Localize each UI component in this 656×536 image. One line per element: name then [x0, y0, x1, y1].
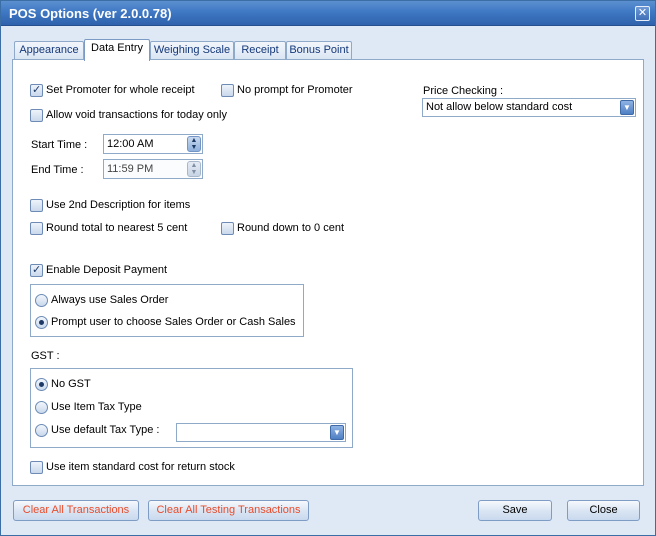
tab-appearance-label: Appearance	[19, 44, 79, 56]
tab-bonus-point[interactable]: Bonus Point	[286, 41, 352, 60]
window-title: POS Options (ver 2.0.0.78)	[9, 6, 172, 21]
use-std-cost-return-checkbox[interactable]: Use item standard cost for return stock	[30, 459, 235, 475]
checkbox-unchecked-icon	[30, 198, 43, 212]
end-time-input[interactable]: 11:59 PM ▲ ▼	[103, 159, 203, 179]
price-checking-label: Price Checking :	[423, 85, 504, 97]
save-button[interactable]: Save	[478, 500, 552, 521]
radio-unselected-icon	[35, 293, 48, 307]
use-item-tax-type-label: Use Item Tax Type	[51, 401, 142, 413]
enable-deposit-checkbox[interactable]: Enable Deposit Payment	[30, 262, 167, 278]
close-button[interactable]: Close	[567, 500, 640, 521]
start-time-value: 12:00 AM	[107, 138, 154, 150]
start-time-label: Start Time :	[31, 139, 88, 151]
round-total-checkbox[interactable]: Round total to nearest 5 cent	[30, 220, 187, 236]
always-sales-order-label: Always use Sales Order	[51, 294, 169, 306]
allow-void-checkbox[interactable]: Allow void transactions for today only	[30, 107, 227, 123]
checkbox-unchecked-icon	[221, 221, 234, 235]
clear-all-transactions-button[interactable]: Clear All Transactions	[13, 500, 139, 521]
radio-unselected-icon	[35, 400, 48, 414]
close-icon: ✕	[637, 7, 648, 19]
tab-weighing-scale-label: Weighing Scale	[153, 44, 231, 56]
checkbox-checked-icon	[30, 83, 43, 97]
prompt-user-radio[interactable]: Prompt user to choose Sales Order or Cas…	[35, 314, 296, 330]
enable-deposit-label: Enable Deposit Payment	[46, 264, 168, 276]
checkbox-unchecked-icon	[30, 221, 43, 235]
start-time-input[interactable]: 12:00 AM ▲ ▼	[103, 134, 203, 154]
use-default-tax-type-radio[interactable]: Use default Tax Type :	[35, 422, 159, 438]
title-bar: POS Options (ver 2.0.0.78) ✕	[1, 1, 655, 26]
tab-data-entry[interactable]: Data Entry	[84, 39, 150, 61]
chevron-down-icon[interactable]: ▼	[620, 100, 634, 115]
tab-data-entry-label: Data Entry	[91, 42, 143, 54]
tab-bonus-point-label: Bonus Point	[289, 44, 349, 56]
tab-receipt[interactable]: Receipt	[234, 41, 286, 60]
time-spinner-icon[interactable]: ▲ ▼	[187, 161, 201, 177]
clear-testing-transactions-button[interactable]: Clear All Testing Transactions	[148, 500, 309, 521]
checkbox-unchecked-icon	[221, 83, 234, 97]
set-promoter-checkbox[interactable]: Set Promoter for whole receipt	[30, 82, 195, 98]
price-checking-value: Not allow below standard cost	[426, 101, 573, 113]
tab-weighing-scale[interactable]: Weighing Scale	[150, 41, 234, 60]
radio-selected-icon	[35, 315, 48, 329]
no-gst-label: No GST	[51, 378, 91, 390]
set-promoter-label: Set Promoter for whole receipt	[46, 84, 195, 96]
time-spinner-icon[interactable]: ▲ ▼	[187, 136, 201, 152]
gst-label: GST :	[31, 350, 60, 362]
tab-appearance[interactable]: Appearance	[14, 41, 84, 60]
end-time-value: 11:59 PM	[107, 163, 154, 175]
no-prompt-promoter-label: No prompt for Promoter	[237, 84, 353, 96]
use-default-tax-type-label: Use default Tax Type :	[51, 424, 160, 436]
default-tax-type-select[interactable]: ▼	[176, 423, 346, 442]
round-total-label: Round total to nearest 5 cent	[46, 222, 188, 234]
use-2nd-description-checkbox[interactable]: Use 2nd Description for items	[30, 197, 190, 213]
close-window-button[interactable]: ✕	[635, 6, 650, 21]
checkbox-unchecked-icon	[30, 460, 43, 474]
prompt-user-label: Prompt user to choose Sales Order or Cas…	[51, 316, 296, 328]
round-down-checkbox[interactable]: Round down to 0 cent	[221, 220, 344, 236]
round-down-label: Round down to 0 cent	[237, 222, 345, 234]
use-item-tax-type-radio[interactable]: Use Item Tax Type	[35, 399, 142, 415]
allow-void-label: Allow void transactions for today only	[46, 109, 227, 121]
use-std-cost-return-label: Use item standard cost for return stock	[46, 461, 235, 473]
radio-unselected-icon	[35, 423, 48, 437]
no-prompt-promoter-checkbox[interactable]: No prompt for Promoter	[221, 82, 353, 98]
always-sales-order-radio[interactable]: Always use Sales Order	[35, 292, 168, 308]
no-gst-radio[interactable]: No GST	[35, 376, 91, 392]
pos-options-window: POS Options (ver 2.0.0.78) ✕ Appearance …	[0, 0, 656, 536]
price-checking-select[interactable]: Not allow below standard cost ▼	[422, 98, 636, 117]
end-time-label: End Time :	[31, 164, 84, 176]
tab-receipt-label: Receipt	[241, 44, 279, 56]
use-2nd-description-label: Use 2nd Description for items	[46, 199, 191, 211]
radio-selected-icon	[35, 377, 48, 391]
checkbox-checked-icon	[30, 263, 43, 277]
checkbox-unchecked-icon	[30, 108, 43, 122]
chevron-down-icon[interactable]: ▼	[330, 425, 344, 440]
